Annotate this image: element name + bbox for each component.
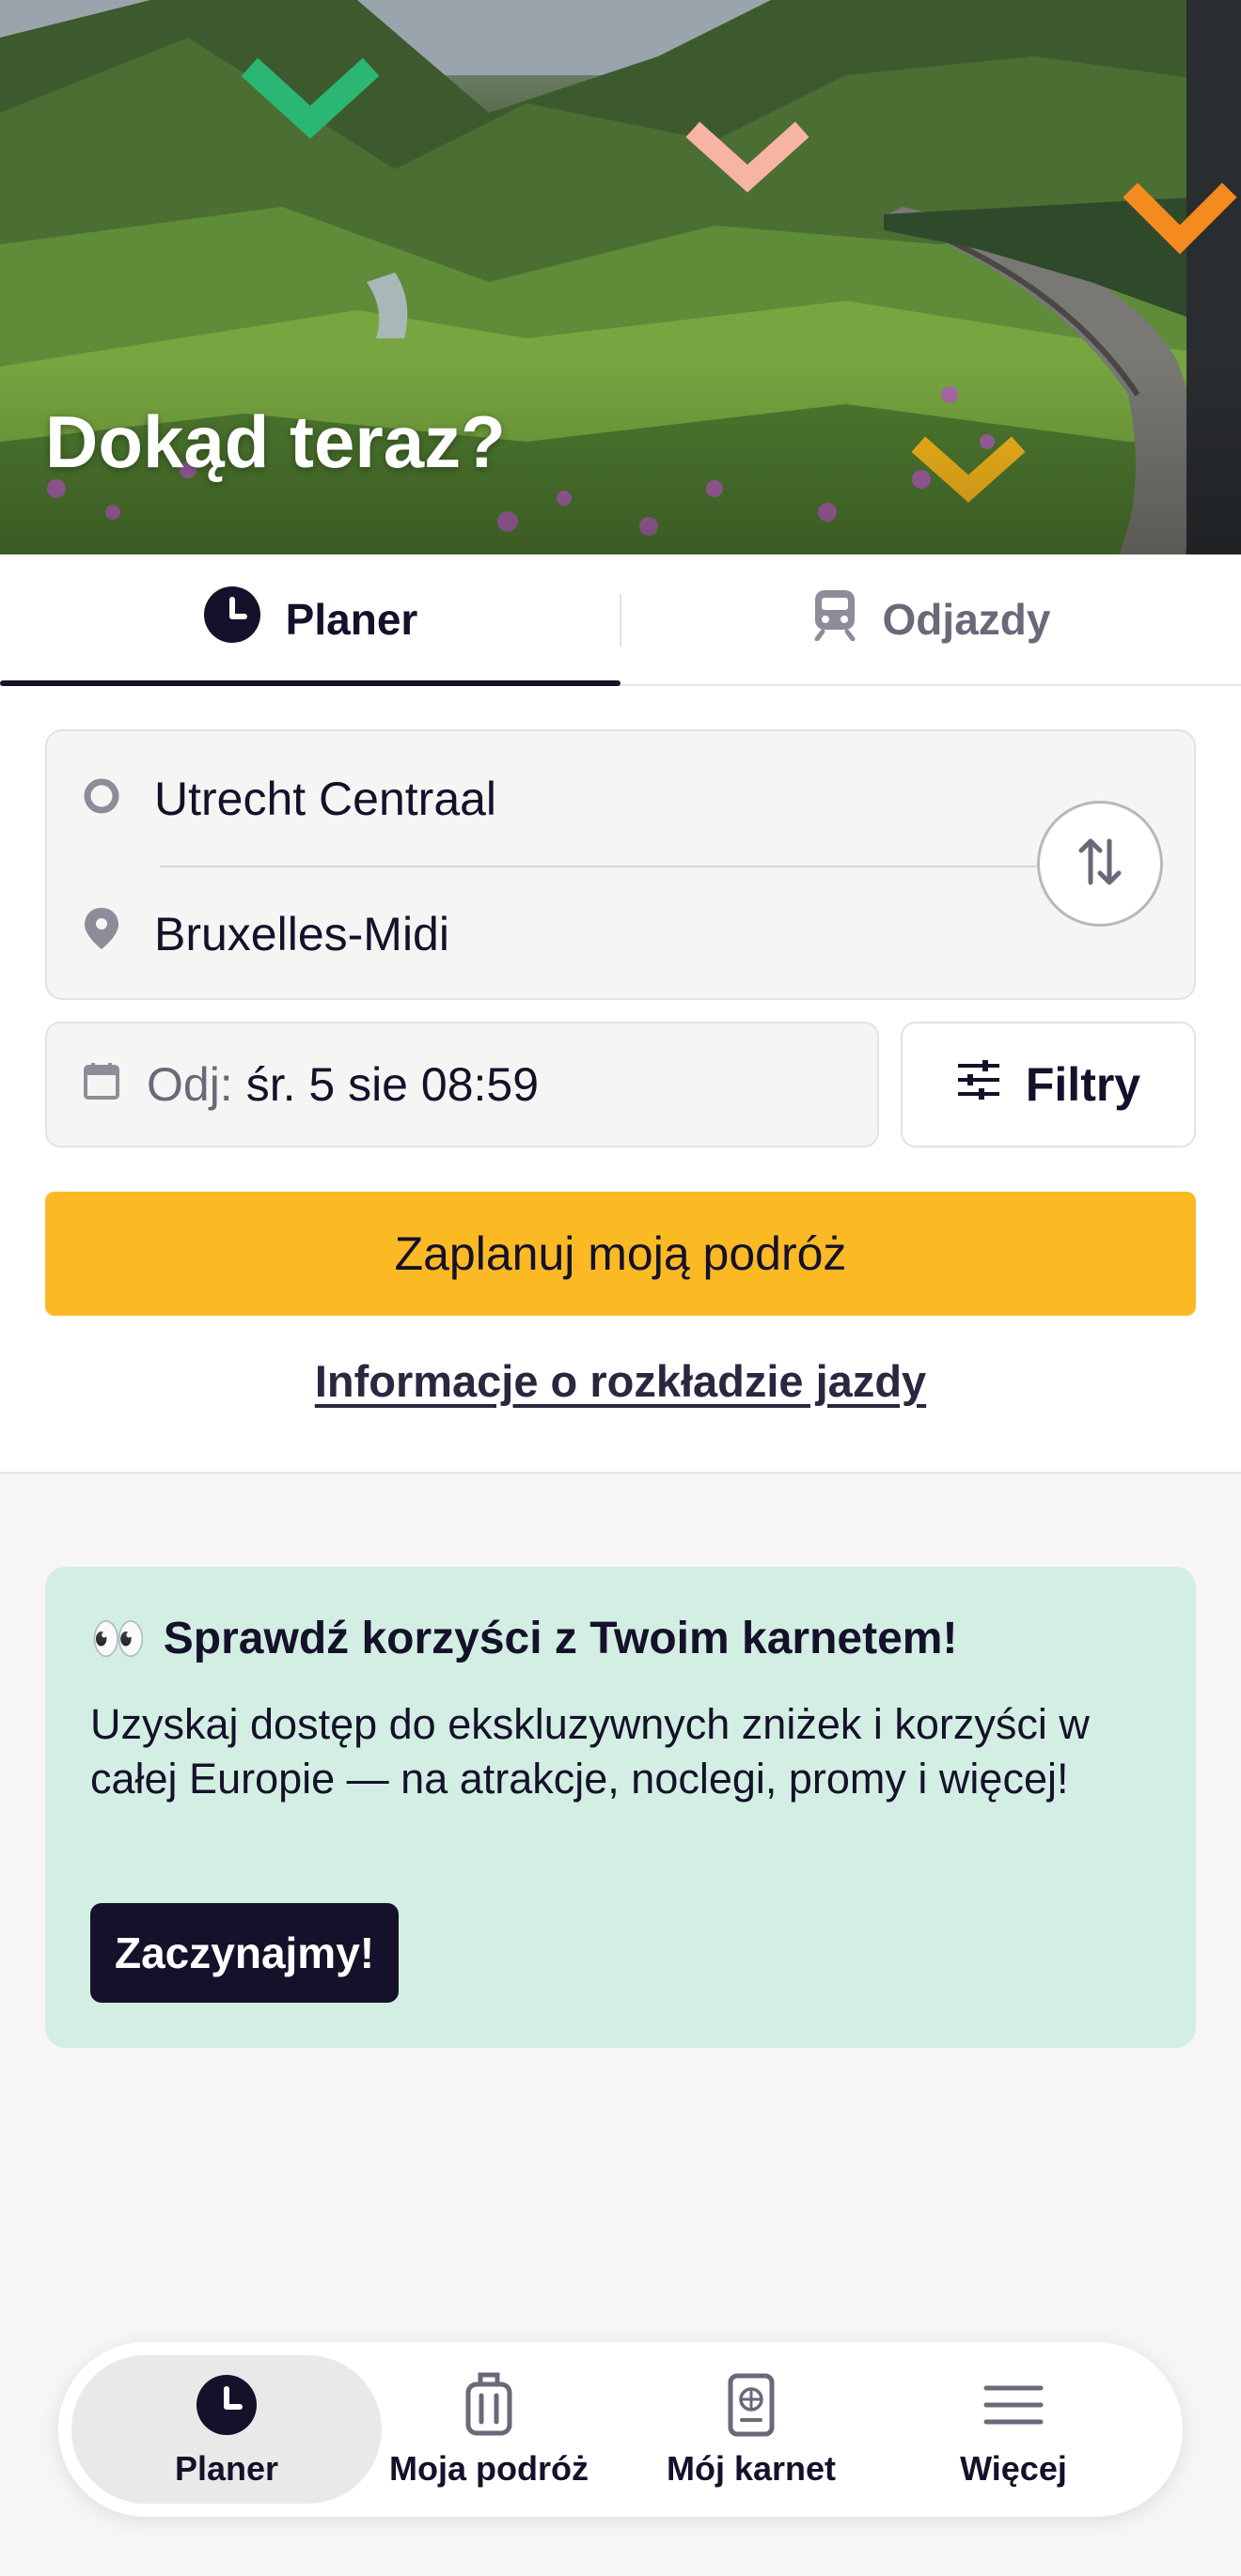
promo-title-row: 👀 Sprawdź korzyści z Twoim karnetem! [90, 1612, 1151, 1665]
hero-banner: Dokąd teraz? [0, 0, 1241, 554]
destination-field[interactable]: Bruxelles-Midi [47, 866, 1081, 1002]
destination-station: Bruxelles-Midi [154, 908, 449, 960]
plan-journey-button[interactable]: Zaplanuj moją podróż [45, 1192, 1196, 1316]
swap-stations-button[interactable] [1037, 801, 1163, 927]
departure-date-field[interactable]: Odj: śr. 5 sie 08:59 [45, 1022, 879, 1147]
departure-prefix: Odj: [147, 1058, 233, 1111]
tab-odjazdy[interactable]: Odjazdy [620, 554, 1241, 684]
swap-arrows-icon [1074, 834, 1126, 895]
nav-more[interactable]: Więcej [882, 2342, 1145, 2517]
origin-station: Utrecht Centraal [154, 773, 497, 825]
nav-my-trip-label: Moja podróż [389, 2449, 589, 2488]
hero-title: Dokąd teraz? [45, 400, 506, 483]
bottom-navigation: Planer Moja podróż Mój karnet Więcej [58, 2342, 1183, 2517]
nav-my-trip[interactable]: Moja podróż [357, 2342, 620, 2517]
promo-description: Uzyskaj dostęp do ekskluzywnych zniżek i… [90, 1700, 1090, 1803]
tab-odjazdy-label: Odjazdy [882, 595, 1051, 644]
tab-planer[interactable]: Planer [0, 554, 620, 686]
clock-icon [196, 2370, 258, 2440]
nav-my-pass-label: Mój karnet [666, 2449, 837, 2488]
origin-field[interactable]: Utrecht Centraal [47, 731, 1081, 866]
nav-more-label: Więcej [960, 2449, 1067, 2488]
pass-icon [727, 2370, 776, 2440]
train-icon [811, 588, 858, 651]
get-started-button[interactable]: Zaczynajmy! [90, 1903, 400, 2003]
promo-title: Sprawdź korzyści z Twoim karnetem! [163, 1614, 958, 1663]
filters-button[interactable]: Filtry [901, 1022, 1196, 1147]
departure-datetime: śr. 5 sie 08:59 [245, 1058, 540, 1111]
origin-circle-icon [83, 772, 120, 826]
suitcase-icon [464, 2370, 513, 2440]
location-pin-icon [83, 906, 120, 962]
menu-icon [983, 2370, 1044, 2440]
clock-icon [203, 585, 261, 654]
timetable-info-link[interactable]: Informacje o rozkładzie jazdy [0, 1355, 1241, 1407]
tab-planer-label: Planer [285, 595, 418, 644]
filters-label: Filtry [1025, 1058, 1141, 1111]
mode-tabs: Planer Odjazdy [0, 554, 1241, 686]
calendar-icon [83, 1057, 120, 1112]
pass-benefits-card: 👀 Sprawdź korzyści z Twoim karnetem! Uzy… [45, 1567, 1196, 2048]
eyes-emoji-icon: 👀 [90, 1615, 147, 1664]
station-selector: Utrecht Centraal Bruxelles-Midi [45, 729, 1196, 1000]
sliders-icon [956, 1057, 1001, 1112]
nav-planer-label: Planer [174, 2449, 279, 2488]
journey-search-panel: Utrecht Centraal Bruxelles-Midi Odj: śr.… [0, 686, 1241, 1474]
nav-planer[interactable]: Planer [95, 2342, 358, 2517]
nav-my-pass[interactable]: Mój karnet [620, 2342, 883, 2517]
